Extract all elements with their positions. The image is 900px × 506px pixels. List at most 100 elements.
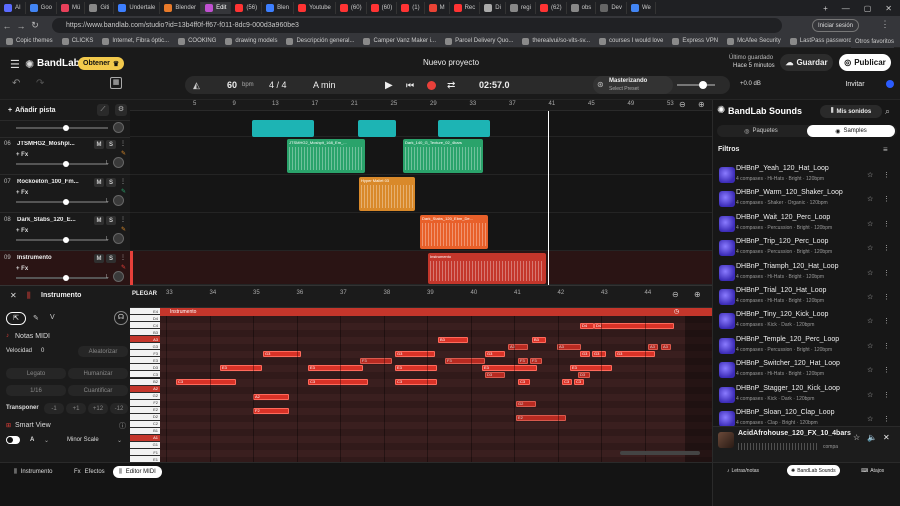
pan-knob[interactable] <box>113 233 124 244</box>
track-edit-icon[interactable]: ✎ <box>121 264 126 271</box>
track-lane[interactable] <box>130 111 712 137</box>
transpose-plus-1[interactable]: +1 <box>66 403 86 414</box>
track-menu-icon[interactable]: ⋮ <box>120 178 126 185</box>
redo-icon[interactable]: ↷ <box>36 78 44 89</box>
project-title[interactable]: Nuevo proyecto <box>423 58 479 67</box>
quantize-button[interactable]: Cuantificar <box>68 385 128 396</box>
browser-tab[interactable]: Undertale <box>114 2 161 14</box>
browser-tab[interactable]: (60) <box>367 2 398 14</box>
more-icon[interactable]: ⋮ <box>883 269 890 277</box>
midi-note[interactable]: C3 <box>308 379 368 386</box>
sign-in-button[interactable]: Iniciar sesión <box>812 19 860 32</box>
playhead[interactable] <box>548 111 549 285</box>
pencil-icon[interactable]: ✎ <box>33 314 39 322</box>
my-sounds-button[interactable]: ⫼ Mis sonidos <box>820 105 882 118</box>
mixer-icon[interactable]: ▦ <box>110 77 122 89</box>
midi-note[interactable]: B3 <box>438 337 468 344</box>
browser-tab[interactable]: obs <box>567 2 597 14</box>
mute-button[interactable]: M <box>94 140 104 149</box>
midi-zoom-out-icon[interactable]: ⊖ <box>672 290 679 299</box>
sort-icon[interactable]: ≡ <box>883 145 888 154</box>
more-icon[interactable]: ⋮ <box>883 244 890 252</box>
bookmark-item[interactable]: drawing models <box>225 37 277 45</box>
piano-key[interactable]: A2 <box>130 385 160 393</box>
undo-icon[interactable]: ↶ <box>12 78 20 89</box>
track-volume-slider[interactable] <box>16 237 108 243</box>
bookmark-item[interactable]: Parcel Delivery Quo... <box>445 37 513 45</box>
solo-button[interactable]: S <box>106 178 116 187</box>
mute-button[interactable]: M <box>94 254 104 263</box>
piano-key[interactable]: G3 <box>130 343 160 351</box>
filters-title[interactable]: Filtros <box>718 146 739 153</box>
solo-button[interactable]: S <box>106 216 116 225</box>
scale-mode[interactable]: Minor Scale <box>67 437 99 443</box>
invite-button[interactable]: Invitar <box>839 76 871 92</box>
add-track-button[interactable]: + Añadir pista <box>4 104 60 117</box>
more-icon[interactable]: ⋮ <box>883 342 890 350</box>
close-icon[interactable]: ✕ <box>885 4 892 13</box>
scale-root-chevron-icon[interactable]: ⌄ <box>44 437 49 444</box>
transpose-minus-1[interactable]: -1 <box>44 403 64 414</box>
bookmark-item[interactable]: LastPass password... <box>789 37 857 45</box>
more-icon[interactable]: ⋮ <box>883 293 890 301</box>
midi-note[interactable]: B3 <box>532 337 546 344</box>
piano-key[interactable]: E3 <box>130 357 160 365</box>
transpose-plus-12[interactable]: +12 <box>88 403 108 414</box>
track-fx-button[interactable]: + Fx <box>16 228 28 234</box>
piano-key[interactable]: E4 <box>130 308 160 315</box>
bookmark-item[interactable]: Internet, Fibra óptic... <box>102 37 169 45</box>
obtener-button[interactable]: Obtener ♛ <box>78 57 125 70</box>
search-icon[interactable]: ⌕ <box>885 106 890 117</box>
piano-key[interactable]: B1 <box>130 427 160 435</box>
audio-clip[interactable] <box>358 120 396 137</box>
loop-icon[interactable]: ⇄ <box>447 76 455 94</box>
star-icon[interactable]: ☆ <box>867 415 873 423</box>
browser-tab[interactable]: (62) <box>536 2 567 14</box>
bookmark-item[interactable]: CLICKS <box>61 37 93 45</box>
piano-key[interactable]: G2 <box>130 392 160 400</box>
browser-tab[interactable]: (60) <box>336 2 367 14</box>
audio-clip[interactable]: JTSMHG2_Moshpit_168_Em_... <box>287 139 365 173</box>
menu-icon[interactable]: ⋮ <box>878 19 892 30</box>
volume-knob[interactable] <box>63 161 69 167</box>
midi-note[interactable]: C3 <box>395 379 437 386</box>
track-volume-slider[interactable] <box>16 161 108 167</box>
piano-key[interactable]: C4 <box>130 322 160 330</box>
now-playing-waveform[interactable] <box>738 443 818 450</box>
midi-note[interactable]: D4 <box>594 323 674 330</box>
sample-row[interactable]: DHBnP_Wait_120_Perc_Loop 4 compases · Per… <box>713 212 900 236</box>
track-name[interactable]: Rockoeton_100_Fm... <box>17 179 83 185</box>
track-header[interactable]: 07 Rockoeton_100_Fm... + Fx M S ⋮ ✎ L <box>0 175 130 213</box>
pan-knob[interactable] <box>113 157 124 168</box>
midi-note[interactable]: E3 <box>308 365 363 372</box>
master-volume-knob[interactable] <box>699 81 707 89</box>
mute-button[interactable]: M <box>94 178 104 187</box>
humanize-button[interactable]: Humanizar <box>68 368 128 379</box>
forward-icon[interactable]: → <box>14 21 28 31</box>
zoom-in-icon[interactable]: ⊕ <box>698 100 705 109</box>
save-button[interactable]: ☁ Guardar <box>780 54 833 71</box>
bookmark-item[interactable]: courses I would love <box>599 37 663 45</box>
tab-samples[interactable]: ◉ Samples <box>807 125 895 137</box>
master-volume-slider[interactable] <box>677 81 715 89</box>
track-fx-button[interactable]: + Fx <box>16 266 28 272</box>
bookmark-item[interactable]: Descripción general... <box>286 37 354 45</box>
more-icon[interactable]: ⋮ <box>883 415 890 423</box>
tab-effects[interactable]: Fx Efectos <box>68 466 111 478</box>
time-signature[interactable]: 4 / 4 <box>269 76 287 94</box>
sample-row[interactable]: DHBnP_Warm_120_Shaker_Loop 4 compases · S… <box>713 187 900 211</box>
star-icon[interactable]: ☆ <box>867 342 873 350</box>
track-edit-icon[interactable]: ✎ <box>121 226 126 233</box>
velocity-tool-icon[interactable]: V <box>50 314 55 321</box>
midi-ruler[interactable]: PLEGAR 33 34 35 36 37 38 39 40 41 42 43 44 ⊖ ⊕ <box>130 286 712 308</box>
track-volume-slider[interactable] <box>16 125 108 131</box>
volume-icon[interactable]: 🔈 <box>867 433 877 442</box>
star-icon[interactable]: ☆ <box>867 366 873 374</box>
sample-row[interactable]: DHBnP_Triamph_120_Hat_Loop 4 compases · H… <box>713 261 900 285</box>
star-icon[interactable]: ☆ <box>853 433 860 442</box>
bookmark-item[interactable]: Copic themes <box>6 37 53 45</box>
play-icon[interactable]: ▶ <box>385 76 393 94</box>
pan-knob[interactable] <box>113 271 124 282</box>
browser-tab[interactable]: Giti <box>85 2 115 14</box>
publish-button[interactable]: ◎ Publicar <box>839 54 891 71</box>
